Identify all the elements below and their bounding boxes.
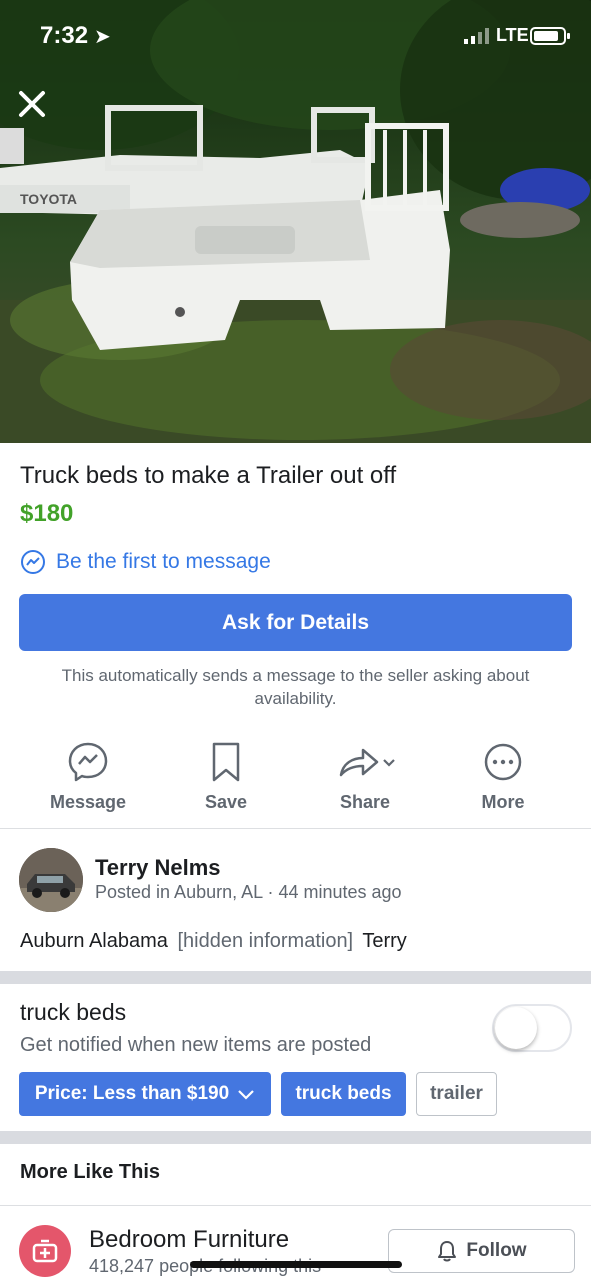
truck-beds-chip[interactable]: truck beds xyxy=(281,1072,406,1116)
cell-signal-icon xyxy=(464,28,489,44)
location-arrow-icon: ➤ xyxy=(94,26,111,48)
description-hidden: [hidden information] xyxy=(177,930,354,952)
price-filter-chip[interactable]: Price: Less than $190 xyxy=(19,1072,271,1116)
status-bar: 7:32 ➤ LTE xyxy=(0,20,591,52)
more-icon xyxy=(484,743,522,781)
seller-name[interactable]: Terry Nelms xyxy=(95,855,221,881)
toggle-knob xyxy=(495,1007,537,1049)
messenger-icon xyxy=(68,742,108,782)
listing-photo[interactable]: TOYOTA 7:32 ➤ LTE xyxy=(0,0,591,443)
home-indicator[interactable] xyxy=(190,1261,402,1268)
section-separator xyxy=(0,971,591,984)
listing-title: Truck beds to make a Trailer out off xyxy=(20,462,397,489)
avatar-car-image xyxy=(19,848,83,912)
message-action[interactable]: Message xyxy=(28,740,148,813)
follow-button[interactable]: Follow xyxy=(388,1229,575,1273)
alert-title: truck beds xyxy=(20,999,127,1025)
divider xyxy=(0,1205,591,1206)
ask-for-details-button[interactable]: Ask for Details xyxy=(19,594,572,651)
battery-icon xyxy=(530,27,570,45)
messenger-icon xyxy=(21,550,45,574)
furniture-icon xyxy=(32,1239,58,1263)
truck-beds-photo: TOYOTA xyxy=(0,0,591,443)
category-title[interactable]: Bedroom Furniture xyxy=(89,1226,289,1254)
first-message-label: Be the first to message xyxy=(56,550,271,573)
share-label: Share xyxy=(339,792,391,812)
listing-description: Auburn Alabama [hidden information] Terr… xyxy=(20,930,407,953)
close-icon xyxy=(19,91,45,117)
alert-subtitle: Get notified when new items are posted xyxy=(20,1034,372,1056)
close-button[interactable] xyxy=(14,86,50,122)
price-filter-label: Price: Less than $190 xyxy=(34,1083,230,1104)
bell-icon xyxy=(438,1241,457,1262)
save-label: Save xyxy=(204,792,248,812)
share-action[interactable]: Share xyxy=(305,740,425,813)
share-icon xyxy=(339,748,395,777)
save-action[interactable]: Save xyxy=(166,740,286,813)
section-separator xyxy=(0,1131,591,1144)
more-like-this-heading: More Like This xyxy=(20,1161,161,1183)
trailer-chip[interactable]: trailer xyxy=(416,1072,497,1116)
seller-avatar[interactable] xyxy=(19,848,83,912)
chevron-down-icon xyxy=(238,1090,254,1100)
description-location: Auburn Alabama xyxy=(20,930,168,952)
follow-label: Follow xyxy=(466,1240,527,1261)
first-message-link[interactable]: Be the first to message xyxy=(20,548,271,576)
auto-message-note: This automatically sends a message to th… xyxy=(61,666,530,708)
more-label: More xyxy=(481,792,525,812)
status-time: 7:32 xyxy=(40,22,89,49)
notify-toggle[interactable] xyxy=(492,1004,572,1052)
action-row: Message Save Share More xyxy=(0,740,591,818)
message-label: Message xyxy=(49,792,127,812)
seller-meta: Posted in Auburn, AL · 44 minutes ago xyxy=(95,882,402,902)
svg-text:TOYOTA: TOYOTA xyxy=(20,191,77,207)
category-icon xyxy=(19,1225,71,1277)
more-action[interactable]: More xyxy=(443,740,563,813)
bookmark-icon xyxy=(212,742,240,782)
network-type: LTE xyxy=(496,25,529,45)
listing-price: $180 xyxy=(20,500,74,527)
description-name: Terry xyxy=(362,930,407,952)
divider xyxy=(0,828,591,829)
